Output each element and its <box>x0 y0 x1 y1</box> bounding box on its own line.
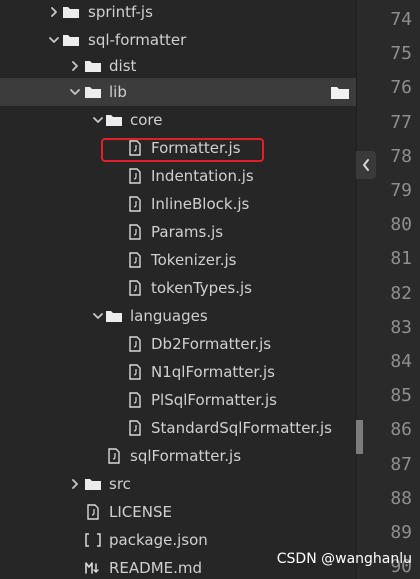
chevron-down-icon[interactable] <box>68 85 82 99</box>
tree-item-label: sprintf-js <box>88 3 153 21</box>
file-icon <box>126 224 144 240</box>
chevron-left-icon <box>363 159 369 171</box>
line-number: 83 <box>390 316 412 338</box>
tree-item-inlineblock-js[interactable]: InlineBlock.js <box>0 190 356 218</box>
tree-item-label: sqlFormatter.js <box>130 447 242 465</box>
tree-item-lib[interactable]: lib <box>0 78 356 106</box>
folder-icon <box>84 476 102 492</box>
tree-item-core[interactable]: core <box>0 106 356 134</box>
tree-item-sprintf-js[interactable]: sprintf-js <box>0 0 356 26</box>
tree-item-label: src <box>109 475 131 493</box>
line-number: 81 <box>390 248 412 270</box>
line-number: 80 <box>390 214 412 236</box>
tree-item-label: sql-formatter <box>88 31 187 49</box>
tree-item-label: InlineBlock.js <box>151 195 250 213</box>
tree-item-dist[interactable]: dist <box>0 52 356 80</box>
tree-item-sqlformatter-js[interactable]: sqlFormatter.js <box>0 442 356 470</box>
tree-item-label: README.md <box>109 559 203 577</box>
folder-icon <box>84 58 102 74</box>
tree-item-indentation-js[interactable]: Indentation.js <box>0 162 356 190</box>
file-icon <box>126 420 144 436</box>
chevron-down-icon[interactable] <box>91 113 105 127</box>
folder-icon <box>62 4 80 20</box>
tree-item-label: core <box>130 111 163 129</box>
json-file-icon <box>84 532 102 548</box>
tree-item-n1qlformatter-js[interactable]: N1qlFormatter.js <box>0 358 356 386</box>
chevron-down-icon[interactable] <box>91 309 105 323</box>
tree-item-params-js[interactable]: Params.js <box>0 218 356 246</box>
tree-item-label: package.json <box>109 531 208 549</box>
tree-item-tokentypes-js[interactable]: tokenTypes.js <box>0 274 356 302</box>
folder-open-icon <box>105 112 123 128</box>
tree-item-tokenizer-js[interactable]: Tokenizer.js <box>0 246 356 274</box>
tree-item-label: Tokenizer.js <box>151 251 237 269</box>
tree-item-src[interactable]: src <box>0 470 356 498</box>
line-number: 87 <box>390 453 412 475</box>
tree-item-label: N1qlFormatter.js <box>151 363 275 381</box>
editor-window: sprintf-js sql-formatter dist lib core Format… <box>0 0 420 579</box>
tree-item-label: Db2Formatter.js <box>151 335 272 353</box>
line-number: 86 <box>390 419 412 441</box>
tree-item-standardsqlformatter-js[interactable]: StandardSqlFormatter.js <box>0 414 356 442</box>
line-number: 74 <box>390 9 412 30</box>
tree-item-label: PlSqlFormatter.js <box>151 391 277 409</box>
file-icon <box>126 252 144 268</box>
line-number: 75 <box>390 43 412 65</box>
vertical-scrollbar[interactable] <box>356 420 363 454</box>
file-icon <box>126 140 144 156</box>
tree-item-label: Formatter.js <box>151 139 241 157</box>
tree-item-db2formatter-js[interactable]: Db2Formatter.js <box>0 330 356 358</box>
tree-item-license[interactable]: LICENSE <box>0 498 356 526</box>
folder-open-icon <box>62 32 80 48</box>
folder-open-icon <box>105 308 123 324</box>
line-number: 82 <box>390 282 412 304</box>
line-number: 77 <box>390 111 412 133</box>
file-icon <box>126 336 144 352</box>
tree-item-package-json[interactable]: package.json <box>0 526 356 554</box>
license-file-icon <box>84 504 102 520</box>
file-tree: sprintf-js sql-formatter dist lib core Format… <box>0 0 356 579</box>
line-number: 79 <box>390 180 412 201</box>
tree-item-formatter-js[interactable]: Formatter.js <box>0 134 356 162</box>
tree-item-label: Indentation.js <box>151 167 254 185</box>
markdown-file-icon <box>84 560 102 576</box>
tree-item-languages[interactable]: languages <box>0 302 356 330</box>
chevron-right-icon[interactable] <box>68 477 82 491</box>
file-icon <box>126 196 144 212</box>
line-number-gutter: 74 75 76 77 78 79 80 81 82 83 84 85 86 87 88 89 90 <box>356 0 420 579</box>
tree-item-label: Params.js <box>151 223 224 241</box>
tree-item-plsqlformatter-js[interactable]: PlSqlFormatter.js <box>0 386 356 414</box>
line-number: 78 <box>390 145 412 167</box>
file-icon <box>126 364 144 380</box>
tree-item-label: lib <box>109 83 127 101</box>
tree-item-label: dist <box>109 57 137 75</box>
file-icon <box>126 168 144 184</box>
file-icon <box>126 392 144 408</box>
tree-item-label: tokenTypes.js <box>151 279 252 297</box>
line-number: 88 <box>390 487 412 509</box>
collapse-sidebar-button[interactable] <box>356 151 376 179</box>
chevron-right-icon[interactable] <box>47 5 61 19</box>
tree-item-sql-formatter[interactable]: sql-formatter <box>0 26 356 54</box>
tree-item-label: StandardSqlFormatter.js <box>151 419 332 437</box>
file-icon <box>126 280 144 296</box>
chevron-right-icon[interactable] <box>68 59 82 73</box>
line-number: 85 <box>390 385 412 407</box>
reveal-folder-icon[interactable] <box>330 84 350 100</box>
line-number: 89 <box>390 522 412 543</box>
chevron-down-icon[interactable] <box>47 33 61 47</box>
line-number: 84 <box>390 351 412 372</box>
tree-item-label: languages <box>130 307 208 325</box>
line-number: 76 <box>390 77 412 99</box>
file-icon <box>105 448 123 464</box>
tree-item-label: LICENSE <box>109 503 172 521</box>
folder-open-icon <box>84 84 102 100</box>
watermark: CSDN @wanghanlu <box>276 551 412 567</box>
